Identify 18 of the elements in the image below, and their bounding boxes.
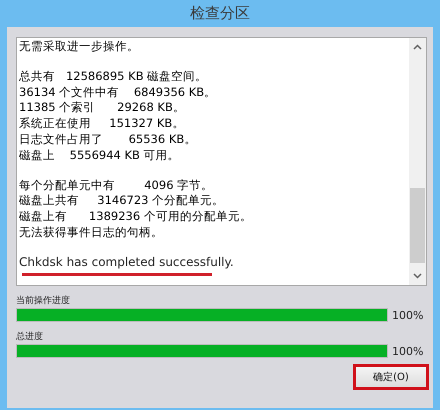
log-line: 磁盘上共有 3146723 个分配单元。 [19,193,224,210]
progress-percent: 100% [392,308,424,322]
log-line: Chkdsk has completed successfully. [19,254,234,271]
log-line: 11385 个索引 29268 KB。 [19,100,185,116]
log-line: 每个分配单元中有 4096 字节。 [19,178,214,194]
log-line: 36134 个文件中有 6849356 KB。 [19,84,216,100]
progress-label: 当前操作进度 [16,294,70,308]
progress-label: 总进度 [16,330,43,344]
log-line: 系统正在使用 151327 KB。 [19,116,184,132]
log-line: 磁盘上 5556944 KB 可用。 [19,148,180,164]
log-line: 磁盘上有 1389236 个可用的分配单元。 [19,209,252,225]
progress-percent: 100% [392,344,424,358]
log-line: 无法获得事件日志的句柄。 [19,224,163,241]
log-line: 无需采取进一步操作。 [19,39,139,55]
ok-button[interactable]: 确定(O) [355,366,427,388]
log-line: 总共有 12586895 KB 磁盘空间。 [19,68,208,85]
window-title: 检查分区 [189,3,251,24]
log-line: 日志文件占用了 65536 KB。 [19,132,196,148]
